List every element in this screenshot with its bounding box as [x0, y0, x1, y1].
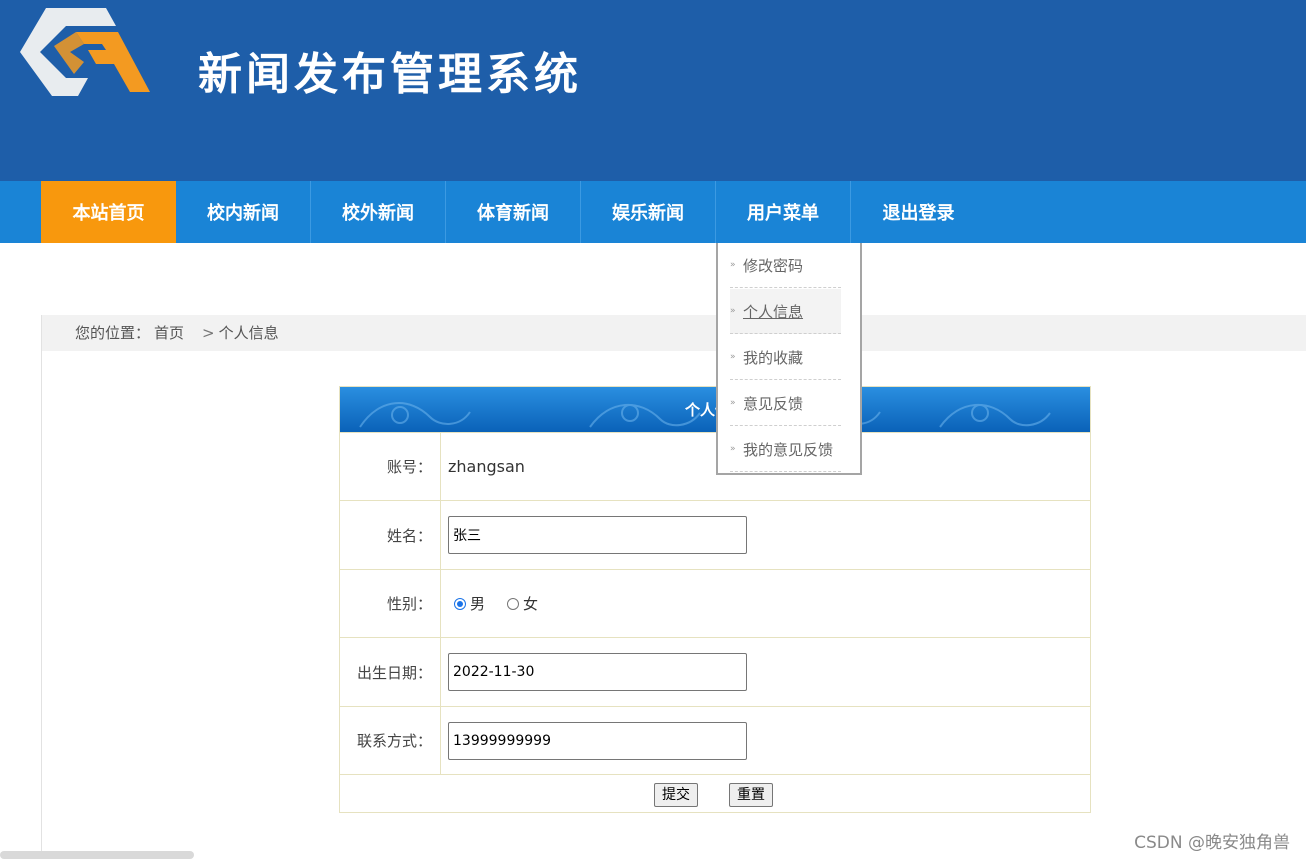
- nav-external-news[interactable]: 校外新闻: [311, 181, 446, 243]
- bullet-arrow-icon: »: [730, 352, 736, 362]
- menu-profile[interactable]: » 个人信息: [730, 289, 841, 334]
- row-name: 姓名：: [340, 500, 1090, 569]
- row-birth: 出生日期：: [340, 637, 1090, 706]
- account-value: zhangsan: [448, 457, 525, 476]
- row-actions: 提交 重置: [340, 774, 1090, 812]
- menu-my-feedback[interactable]: » 我的意见反馈: [730, 427, 841, 472]
- nav-home[interactable]: 本站首页: [41, 181, 176, 243]
- submit-button[interactable]: 提交: [654, 783, 698, 807]
- menu-favorites[interactable]: » 我的收藏: [730, 335, 841, 380]
- panel-header: 个人信息: [340, 387, 1090, 432]
- radio-checked-icon: [454, 597, 466, 610]
- menu-change-password[interactable]: » 修改密码: [730, 243, 841, 288]
- menu-item-label: 个人信息: [743, 302, 804, 321]
- gender-female-radio[interactable]: 女: [507, 593, 538, 614]
- nav-campus-news[interactable]: 校内新闻: [176, 181, 311, 243]
- birth-date-input[interactable]: [448, 653, 747, 691]
- gender-label: 性别：: [340, 570, 441, 637]
- gender-male-radio[interactable]: 男: [454, 593, 485, 614]
- breadcrumb-current: 个人信息: [218, 324, 279, 342]
- user-menu-dropdown: » 修改密码 » 个人信息 » 我的收藏 » 意见反馈 » 我的意见反馈: [716, 243, 862, 475]
- nav-entertainment-news[interactable]: 娱乐新闻: [581, 181, 716, 243]
- watermark: CSDN @晚安独角兽: [1134, 833, 1290, 853]
- row-phone: 联系方式：: [340, 706, 1090, 774]
- bullet-arrow-icon: »: [730, 444, 736, 454]
- g-hexagon-logo-icon: [20, 8, 150, 96]
- radio-unchecked-icon: [507, 597, 520, 610]
- nav-user-menu[interactable]: 用户菜单: [716, 181, 851, 243]
- horizontal-scrollbar[interactable]: [0, 851, 194, 859]
- site-header: 新闻发布管理系统: [0, 0, 1306, 181]
- phone-label: 联系方式：: [340, 707, 441, 774]
- row-account: 账号： zhangsan: [340, 432, 1090, 500]
- name-input[interactable]: [448, 516, 747, 554]
- gender-female-label: 女: [523, 595, 539, 613]
- breadcrumb-home-link[interactable]: 首页: [154, 324, 184, 342]
- breadcrumb: 您的位置： 首页 > 个人信息: [75, 315, 283, 351]
- profile-form-panel: 个人信息 账号： zhangsan 姓名： 性别： 男 女 出生日期： 联系方式…: [339, 386, 1091, 813]
- birth-label: 出生日期：: [340, 638, 441, 706]
- main-nav: 本站首页 校内新闻 校外新闻 体育新闻 娱乐新闻 用户菜单 退出登录: [0, 181, 1306, 243]
- menu-item-label: 意见反馈: [743, 394, 804, 413]
- bullet-arrow-icon: »: [730, 306, 736, 316]
- gender-male-label: 男: [470, 595, 486, 613]
- account-label: 账号：: [340, 433, 441, 500]
- menu-item-label: 我的收藏: [743, 348, 804, 367]
- phone-input[interactable]: [448, 721, 747, 760]
- breadcrumb-bar: 您的位置： 首页 > 个人信息: [42, 315, 1306, 351]
- reset-button[interactable]: 重置: [729, 783, 773, 807]
- nav-sports-news[interactable]: 体育新闻: [446, 181, 581, 243]
- site-title: 新闻发布管理系统: [198, 49, 582, 100]
- bullet-arrow-icon: »: [730, 260, 736, 270]
- row-gender: 性别： 男 女: [340, 569, 1090, 637]
- bullet-arrow-icon: »: [730, 398, 736, 408]
- name-label: 姓名：: [340, 501, 441, 569]
- menu-feedback[interactable]: » 意见反馈: [730, 381, 841, 426]
- menu-item-label: 修改密码: [743, 256, 804, 275]
- nav-logout[interactable]: 退出登录: [851, 181, 986, 243]
- breadcrumb-prefix: 您的位置：: [75, 324, 151, 342]
- breadcrumb-separator: >: [202, 324, 215, 342]
- menu-item-label: 我的意见反馈: [743, 440, 834, 459]
